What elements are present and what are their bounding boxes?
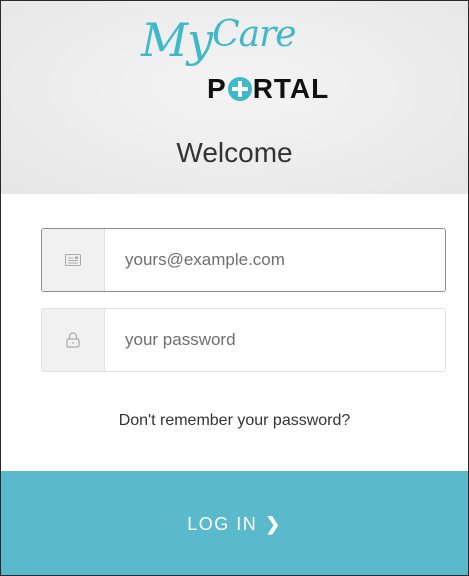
- logo-portal-wordmark: P RTAL: [207, 75, 329, 103]
- welcome-title: Welcome: [176, 137, 293, 168]
- logo-script-my: My: [141, 13, 213, 67]
- email-field: [41, 228, 446, 292]
- email-input[interactable]: [105, 229, 445, 291]
- chevron-right-icon: ❯: [265, 513, 282, 534]
- email-icon-box: [42, 229, 105, 291]
- login-button[interactable]: LOG IN ❯: [1, 471, 468, 575]
- logo-portal-rtal: RTAL: [252, 73, 330, 104]
- password-icon-box: [42, 309, 105, 371]
- logo-script: MyCare: [141, 14, 297, 64]
- login-button-label: LOG IN: [187, 513, 258, 534]
- lock-icon: [66, 332, 80, 348]
- login-card: MyCare P RTAL Welcome yours@example.com …: [0, 0, 469, 576]
- medical-cross-icon: [227, 77, 252, 101]
- mycare-portal-logo: MyCare P RTAL: [141, 17, 351, 117]
- logo-portal-p: P: [207, 73, 227, 104]
- login-header: MyCare P RTAL Welcome: [1, 1, 468, 194]
- id-card-icon: [65, 254, 81, 266]
- logo-script-care: Care: [212, 14, 297, 55]
- password-input[interactable]: [105, 309, 445, 371]
- password-field: [41, 308, 446, 372]
- forgot-password-link[interactable]: Don't remember your password?: [1, 412, 468, 430]
